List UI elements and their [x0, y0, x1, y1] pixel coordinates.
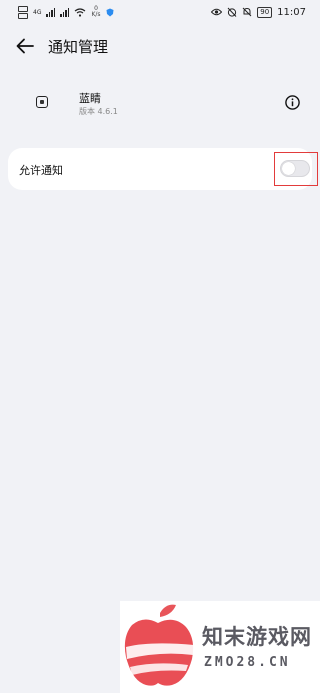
apple-logo-icon [124, 604, 194, 686]
header: 通知管理 [0, 30, 320, 62]
app-version: 版本 4.6.1 [79, 107, 118, 116]
watermark: 知末游戏网 ZMO28.CN [120, 601, 320, 693]
status-bar-right: 90 11:07 [211, 6, 306, 18]
wifi-icon [75, 7, 86, 17]
bell-muted-icon [242, 7, 252, 17]
network-type-label: 4G [33, 8, 42, 16]
signal-strength-icon-2 [60, 7, 70, 17]
battery-icon: 90 [257, 6, 273, 18]
network-speed-unit: K/s [91, 11, 101, 18]
app-info-row: 蓝睛 版本 4.6.1 [0, 84, 320, 124]
status-time: 11:07 [277, 6, 306, 18]
app-icon [36, 96, 48, 108]
allow-notifications-toggle[interactable] [280, 160, 310, 177]
signal-strength-icon [46, 7, 56, 17]
toggle-knob [282, 162, 295, 175]
info-icon [284, 94, 300, 110]
allow-notifications-label: 允许通知 [19, 164, 63, 177]
shield-app-icon [106, 8, 114, 16]
back-button[interactable] [14, 35, 36, 57]
page-title: 通知管理 [48, 38, 109, 56]
alarm-off-icon [227, 7, 237, 17]
network-speed: 0 K/s [91, 6, 100, 18]
status-bar-left: 4G 0 K/s [18, 5, 114, 19]
app-name: 蓝睛 [79, 92, 101, 105]
status-bar: 4G 0 K/s 90 11:07 [0, 0, 320, 24]
watermark-title: 知末游戏网 [202, 625, 312, 649]
watermark-domain: ZMO28.CN [204, 655, 291, 670]
sim-card-icon [18, 5, 28, 19]
arrow-left-icon [16, 38, 34, 54]
app-info-button[interactable] [284, 94, 300, 110]
eye-icon [211, 8, 223, 16]
allow-notifications-card: 允许通知 [8, 148, 318, 190]
